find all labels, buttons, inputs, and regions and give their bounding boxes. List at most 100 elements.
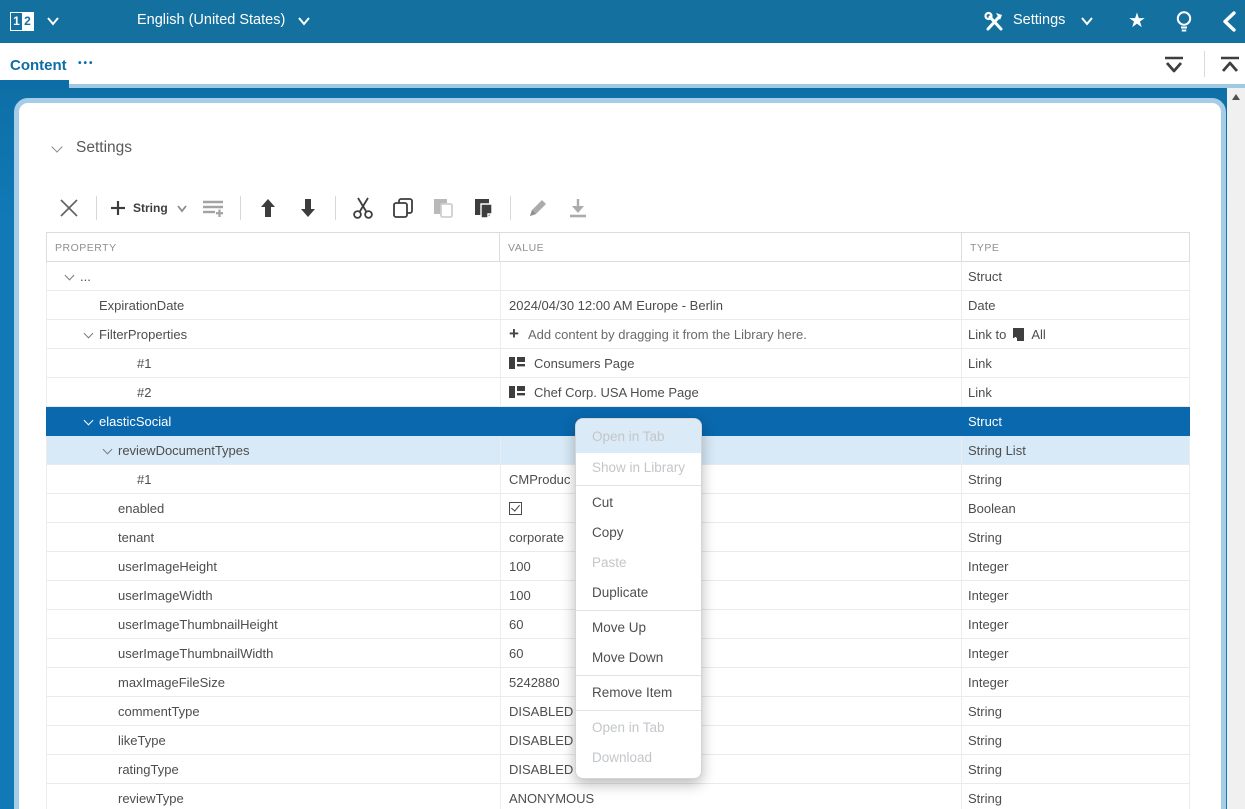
menu-item-cut[interactable]: Cut bbox=[576, 488, 701, 518]
property-cell: enabled bbox=[47, 494, 500, 522]
property-name: ExpirationDate bbox=[99, 298, 184, 313]
settings-menu[interactable]: Settings bbox=[1013, 12, 1065, 28]
value-cell bbox=[500, 262, 962, 290]
value-text: DISABLED bbox=[509, 733, 573, 748]
vertical-scrollbar[interactable] bbox=[1227, 88, 1245, 809]
logo-chevron-down-icon[interactable] bbox=[46, 14, 60, 28]
value-text: 2024/04/30 12:00 AM Europe - Berlin bbox=[509, 298, 723, 313]
value-cell: Chef Corp. USA Home Page bbox=[500, 378, 962, 406]
collapse-left-chevron-icon[interactable] bbox=[1218, 9, 1242, 34]
table-row[interactable]: #1Consumers PageLink bbox=[46, 349, 1190, 378]
table-row[interactable]: #2Chef Corp. USA Home PageLink bbox=[46, 378, 1190, 407]
value-text: 5242880 bbox=[509, 675, 560, 690]
type-text: Integer bbox=[968, 675, 1008, 690]
type-text: Link bbox=[968, 356, 992, 371]
column-header-value[interactable]: VALUE bbox=[500, 233, 962, 261]
property-name: FilterProperties bbox=[99, 327, 187, 342]
property-name: ratingType bbox=[118, 762, 179, 777]
tab-overflow-menu[interactable]: ••• bbox=[78, 58, 95, 69]
tree-expander-chevron-icon[interactable] bbox=[82, 407, 99, 436]
linked-content-name[interactable]: Chef Corp. USA Home Page bbox=[534, 385, 699, 400]
linked-content-name[interactable]: Consumers Page bbox=[534, 356, 634, 371]
language-chevron-down-icon[interactable] bbox=[297, 14, 311, 28]
menu-item-duplicate[interactable]: Duplicate bbox=[576, 578, 701, 608]
scroll-up-arrow-icon[interactable] bbox=[1232, 94, 1240, 100]
settings-chevron-down-icon[interactable] bbox=[1080, 14, 1094, 28]
cut-icon[interactable] bbox=[348, 193, 378, 223]
tree-expander-chevron-icon[interactable] bbox=[63, 262, 80, 291]
column-header-property[interactable]: PROPERTY bbox=[47, 233, 500, 261]
property-cell: userImageThumbnailHeight bbox=[47, 610, 500, 638]
type-cell: Integer bbox=[962, 581, 1189, 609]
property-cell: #2 bbox=[47, 378, 500, 406]
value-text: 60 bbox=[509, 646, 523, 661]
tab-content[interactable]: Content bbox=[10, 57, 67, 74]
menu-item-show-in-library: Show in Library bbox=[576, 453, 701, 483]
tree-expander-chevron-icon[interactable] bbox=[101, 436, 118, 465]
type-cell: String bbox=[962, 697, 1189, 725]
tree-indent-spacer bbox=[101, 581, 118, 610]
type-text: Integer bbox=[968, 617, 1008, 632]
property-name: tenant bbox=[118, 530, 154, 545]
type-text: Date bbox=[968, 298, 995, 313]
move-down-icon[interactable] bbox=[293, 193, 323, 223]
copy-icon[interactable] bbox=[388, 193, 418, 223]
value-text: DISABLED bbox=[509, 762, 573, 777]
type-cell: Date bbox=[962, 291, 1189, 319]
tree-indent-spacer bbox=[120, 349, 137, 378]
section-collapse-chevron-icon[interactable] bbox=[52, 143, 62, 153]
section-header[interactable]: Settings bbox=[52, 139, 132, 157]
menu-item-copy[interactable]: Copy bbox=[576, 518, 701, 548]
value-text: 100 bbox=[509, 588, 531, 603]
favorites-star-icon[interactable]: ★ bbox=[1128, 8, 1146, 34]
value-cell bbox=[500, 494, 962, 522]
value-cell: CMProduc bbox=[500, 465, 962, 493]
table-row[interactable]: reviewTypeANONYMOUSString bbox=[46, 784, 1190, 809]
menu-item-move-down[interactable]: Move Down bbox=[576, 643, 701, 673]
table-row[interactable]: ExpirationDate 2024/04/30 12:00 AM Europe… bbox=[46, 291, 1190, 320]
property-name: enabled bbox=[118, 501, 164, 516]
type-cell: Integer bbox=[962, 639, 1189, 667]
type-text: Link to bbox=[968, 327, 1006, 342]
menu-separator bbox=[576, 675, 701, 676]
tree-indent-spacer bbox=[120, 465, 137, 494]
property-name: userImageThumbnailWidth bbox=[118, 646, 273, 661]
tools-icon[interactable] bbox=[982, 9, 1007, 34]
property-cell: tenant bbox=[47, 523, 500, 551]
add-property-button[interactable]: String bbox=[109, 193, 188, 223]
move-up-icon[interactable] bbox=[253, 193, 283, 223]
type-text: String bbox=[968, 530, 1002, 545]
content-page-icon bbox=[509, 357, 525, 369]
value-checkbox[interactable] bbox=[509, 502, 522, 515]
property-cell: ExpirationDate bbox=[47, 291, 500, 319]
expand-all-icon[interactable] bbox=[1160, 53, 1188, 77]
property-name: maxImageFileSize bbox=[118, 675, 225, 690]
menu-item-move-up[interactable]: Move Up bbox=[576, 613, 701, 643]
menu-item-remove-item[interactable]: Remove Item bbox=[576, 678, 701, 708]
collapse-all-icon[interactable] bbox=[1216, 53, 1244, 77]
table-row[interactable]: FilterProperties+Add content by dragging… bbox=[46, 320, 1190, 349]
paste-all-icon[interactable] bbox=[468, 193, 498, 223]
property-name: elasticSocial bbox=[99, 414, 171, 429]
type-text: String bbox=[968, 472, 1002, 487]
language-selector[interactable]: English (United States) bbox=[137, 12, 285, 28]
value-cell: corporate bbox=[500, 523, 962, 551]
remove-icon[interactable] bbox=[54, 193, 84, 223]
plus-icon bbox=[109, 199, 127, 217]
type-cell: String List bbox=[962, 436, 1189, 464]
app-logo[interactable]: 1 2 bbox=[10, 12, 34, 31]
column-header-type[interactable]: TYPE bbox=[962, 233, 1189, 261]
tree-expander-chevron-icon[interactable] bbox=[82, 320, 99, 349]
property-name: ... bbox=[80, 269, 91, 284]
tree-indent-spacer bbox=[101, 494, 118, 523]
property-name: userImageThumbnailHeight bbox=[118, 617, 278, 632]
property-cell: ... bbox=[47, 262, 500, 290]
download-icon bbox=[563, 193, 593, 223]
value-cell: ANONYMOUS bbox=[500, 784, 962, 809]
menu-separator bbox=[576, 710, 701, 711]
section-title: Settings bbox=[76, 139, 132, 157]
add-type-label: String bbox=[133, 201, 168, 215]
table-row[interactable]: ...Struct bbox=[46, 262, 1190, 291]
menu-item-open-in-tab: Open in Tab bbox=[576, 713, 701, 743]
help-lightbulb-icon[interactable] bbox=[1172, 9, 1196, 34]
